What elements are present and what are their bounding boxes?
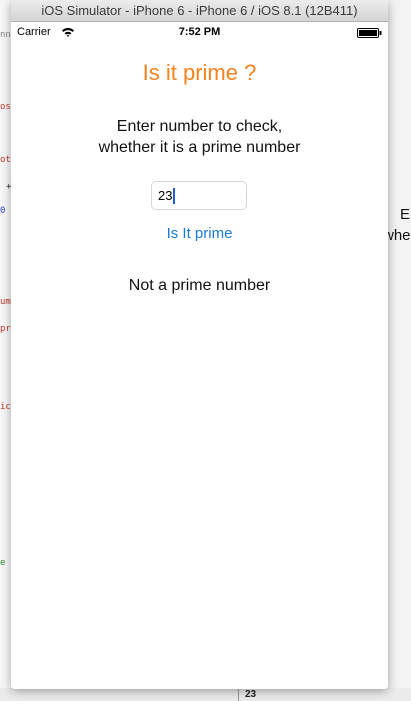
status-bar: Carrier 7:52 PM (11, 22, 388, 42)
background-bottom-strip (0, 688, 411, 701)
result-label: Not a prime number (128, 277, 271, 294)
number-input[interactable] (151, 181, 247, 210)
instructions-line: whether it is a prime number (98, 139, 301, 156)
text-cursor (173, 188, 175, 204)
instructions-line: Enter number to check, (116, 118, 283, 135)
app-title: Is it prime ? (142, 60, 257, 85)
window-titlebar[interactable]: iOS Simulator - iPhone 6 - iPhone 6 / iO… (11, 0, 388, 22)
code-fragment: e (0, 558, 6, 568)
background-cell-value: 23 (238, 689, 288, 701)
code-fragment: os (0, 102, 11, 112)
instructions-label: Enter number to check, whether it is a p… (11, 116, 388, 158)
code-fragment: nn (0, 30, 11, 40)
battery-icon (357, 28, 382, 38)
code-fragment: 0 (0, 206, 6, 216)
check-prime-button[interactable]: Is It prime (11, 225, 388, 243)
background-text-fragment: E (400, 206, 411, 223)
code-fragment: um (0, 297, 11, 307)
code-fragment: ic (0, 402, 11, 412)
iphone-screen: Carrier 7:52 PM Is it prime ? Enter numb… (11, 22, 388, 689)
code-fragment: ot (0, 155, 11, 165)
simulator-window: iOS Simulator - iPhone 6 - iPhone 6 / iO… (11, 0, 388, 689)
background-window-right (388, 0, 411, 701)
status-time: 7:52 PM (178, 26, 221, 38)
window-title: iOS Simulator - iPhone 6 - iPhone 6 / iO… (41, 3, 358, 18)
code-fragment: pr (0, 324, 11, 334)
